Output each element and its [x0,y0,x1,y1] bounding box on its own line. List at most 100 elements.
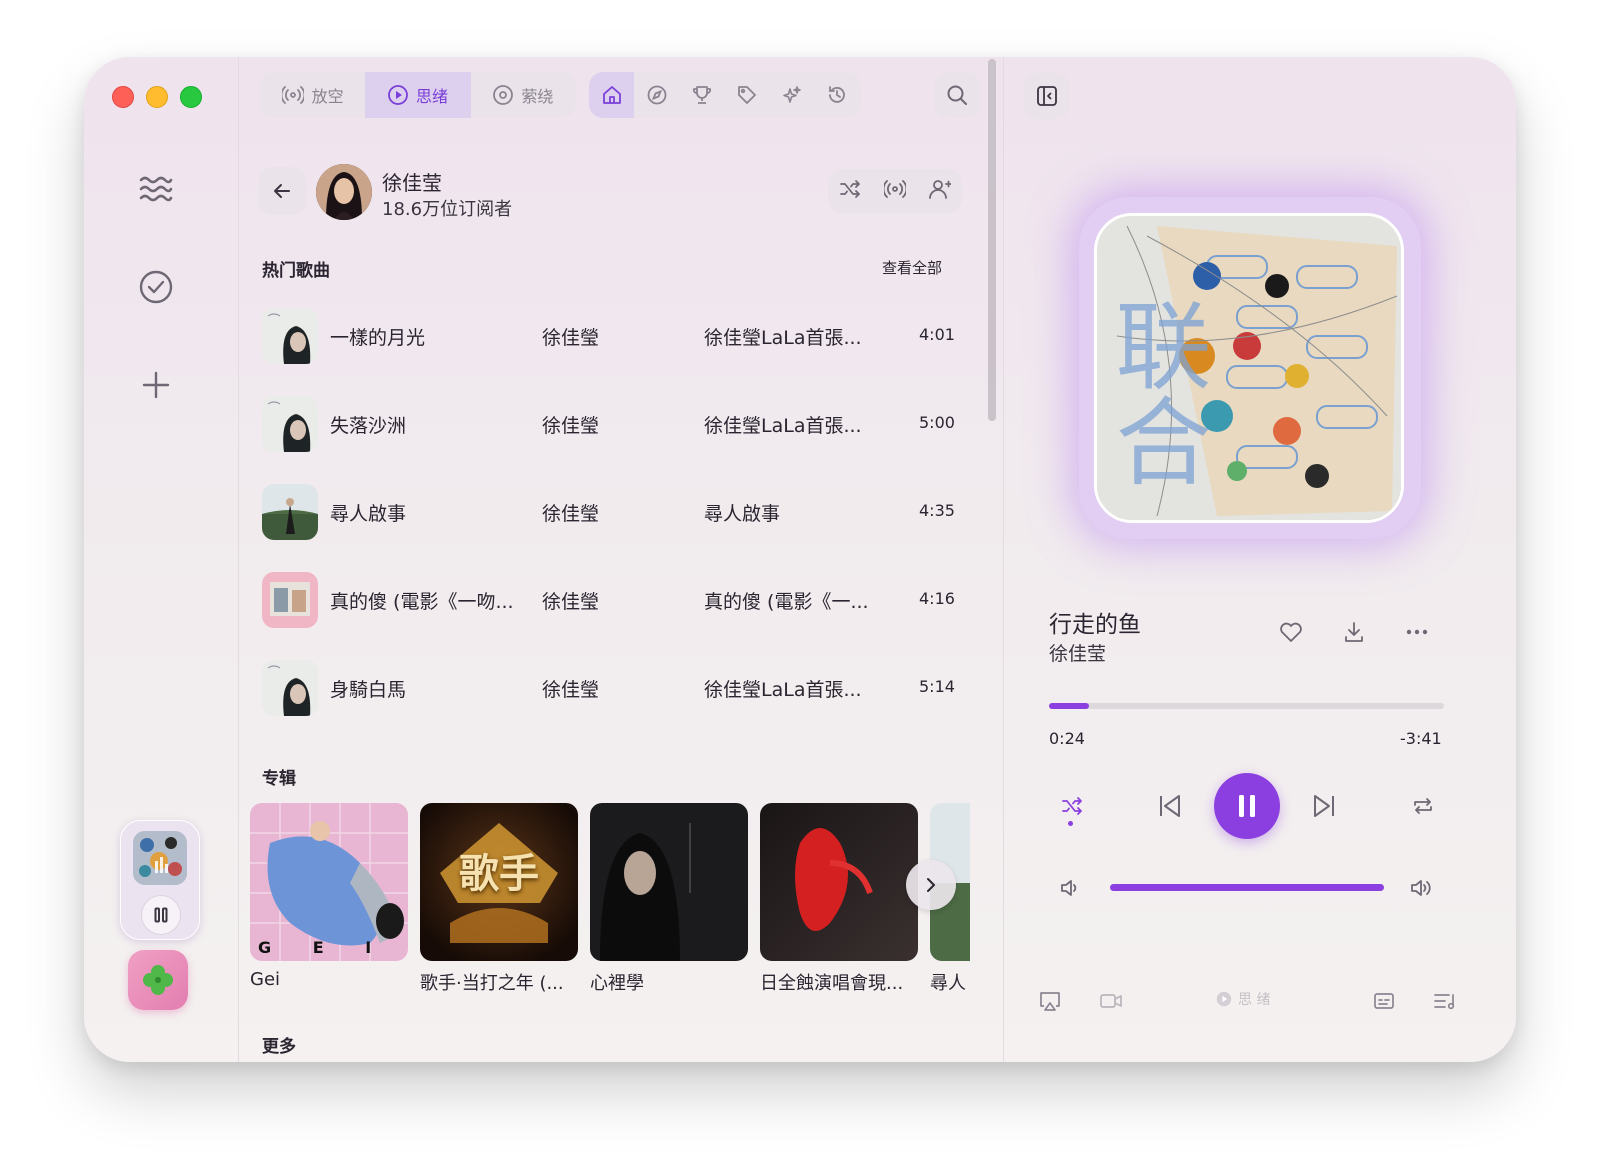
add-icon[interactable] [136,365,176,405]
album-title: 歌手·当打之年 (... [420,973,564,994]
trophy-icon[interactable] [679,72,724,118]
album-cover [590,803,748,961]
clover-app-icon[interactable] [128,950,188,1010]
tab-label: 放空 [311,87,344,106]
volume-high-icon[interactable] [1408,875,1436,901]
see-all-link[interactable]: 查看全部 [882,257,942,278]
song-duration: 4:35 [919,501,955,520]
back-button[interactable] [258,167,306,215]
previous-icon [1160,795,1180,817]
waves-icon[interactable] [136,169,176,209]
volume-low-icon[interactable] [1058,875,1084,901]
search-icon [947,85,967,105]
song-artist: 徐佳瑩 [542,503,600,525]
repeat-button[interactable] [1408,793,1438,819]
volume-slider[interactable] [1110,884,1384,891]
check-circle-icon[interactable] [136,267,176,307]
song-duration: 4:01 [919,325,955,344]
artist-name: 徐佳莹 [382,171,442,195]
artist-actions [828,169,962,213]
tab-label: 萦绕 [521,87,554,106]
video-icon[interactable] [1097,987,1125,1015]
song-row[interactable]: 身騎白馬 徐佳瑩 徐佳瑩LaLa首張... 5:14 [260,658,960,718]
song-title: 尋人啟事 [330,503,407,525]
album-card[interactable]: G E I Gei [250,803,408,990]
heart-icon[interactable] [1276,617,1306,647]
previous-button[interactable] [1154,790,1186,822]
disc-icon [493,85,514,105]
pause-button[interactable] [1214,773,1280,839]
radio-icon[interactable] [882,180,908,202]
search-button[interactable] [934,72,980,118]
hot-songs-title: 热门歌曲 [262,261,330,281]
album-card[interactable]: 心裡學 [590,803,748,995]
albums-title: 专辑 [262,769,296,789]
album-cover: G E I [250,803,408,961]
now-playing-artist[interactable]: 徐佳莹 [1049,639,1106,666]
tab-label: 思绪 [415,87,448,106]
album-title: 尋人 [930,973,966,994]
song-album: 徐佳瑩LaLa首張... [704,679,862,701]
sparkles-icon[interactable] [769,72,814,118]
playback-progress-fill [1049,703,1089,709]
song-album: 徐佳瑩LaLa首張... [704,415,862,437]
albums-next-button[interactable] [906,860,956,910]
arrow-left-icon [274,184,290,198]
more-title: 更多 [262,1037,296,1057]
playback-progress[interactable] [1049,703,1444,709]
song-album: 徐佳瑩LaLa首張... [704,327,862,349]
mode-indicator: 思 绪 [1216,989,1270,1009]
album-card[interactable]: 歌手 歌手·当打之年 (... [420,803,578,995]
tab-fangkong[interactable]: 放空 [260,72,365,118]
song-artist: 徐佳瑩 [542,679,600,701]
album-title: 日全蝕演唱會現... [760,973,904,994]
history-icon[interactable] [814,72,859,118]
more-icon[interactable] [1402,617,1432,647]
song-row[interactable]: 失落沙洲 徐佳瑩 徐佳瑩LaLa首張... 5:00 [260,394,960,454]
song-duration: 4:16 [919,589,955,608]
lyrics-icon[interactable] [1370,987,1398,1015]
album-cover-text: G E I [258,938,390,957]
song-artist: 徐佳瑩 [542,327,600,349]
song-row[interactable]: 一樣的月光 徐佳瑩 徐佳瑩LaLa首張... 4:01 [260,306,960,366]
download-icon[interactable] [1339,617,1369,647]
main-nav [589,72,861,118]
song-thumbnail [262,396,318,452]
song-row[interactable]: 尋人啟事 徐佳瑩 尋人啟事 4:35 [260,482,960,542]
now-playing-title: 行走的鱼 [1049,612,1141,638]
song-title: 真的傻 (電影《一吻... [330,591,514,613]
broadcast-icon [281,86,304,104]
song-album: 尋人啟事 [704,503,781,525]
now-playing-artwork[interactable]: 联合 [1094,213,1404,523]
shuffle-icon [1062,797,1082,815]
tag-icon[interactable] [724,72,769,118]
home-icon[interactable] [589,72,634,118]
song-row[interactable]: 真的傻 (電影《一吻... 徐佳瑩 真的傻 (電影《一... 4:16 [260,570,960,630]
next-icon [1314,795,1334,817]
follow-icon[interactable] [928,179,952,203]
remaining-time: -3:41 [1400,729,1442,748]
song-thumbnail [262,308,318,364]
collapse-panel-button[interactable] [1024,73,1070,119]
album-card[interactable]: 日全蝕演唱會現... [760,803,918,995]
shuffle-button[interactable] [1056,793,1088,819]
tab-yingrao[interactable]: 萦绕 [471,72,576,118]
song-title: 失落沙洲 [330,415,407,437]
album-cover-text: 歌手 [459,851,539,897]
content-scrollbar[interactable] [988,59,996,421]
airplay-icon[interactable] [1036,987,1064,1015]
now-playing-panel: 联合 行走的鱼 徐佳莹 0:24 -3:41 思 绪 [1003,57,1516,1062]
tab-sixu[interactable]: 思绪 [365,72,471,118]
mini-player[interactable] [120,820,200,940]
compass-icon[interactable] [634,72,679,118]
app-window: 放空 思绪 萦绕 徐佳莹 18.6万位订阅者 热门歌曲 查看全部 一樣的月光 徐… [84,57,1516,1062]
shuffle-icon[interactable] [839,179,861,203]
queue-icon[interactable] [1431,987,1459,1015]
sidebar-collapse-icon [1037,86,1057,106]
artist-avatar [316,164,372,220]
song-artist: 徐佳瑩 [542,591,600,613]
pause-icon [1239,795,1255,817]
sidebar [84,57,239,1062]
next-button[interactable] [1308,790,1340,822]
mini-pause-button[interactable] [141,895,181,935]
